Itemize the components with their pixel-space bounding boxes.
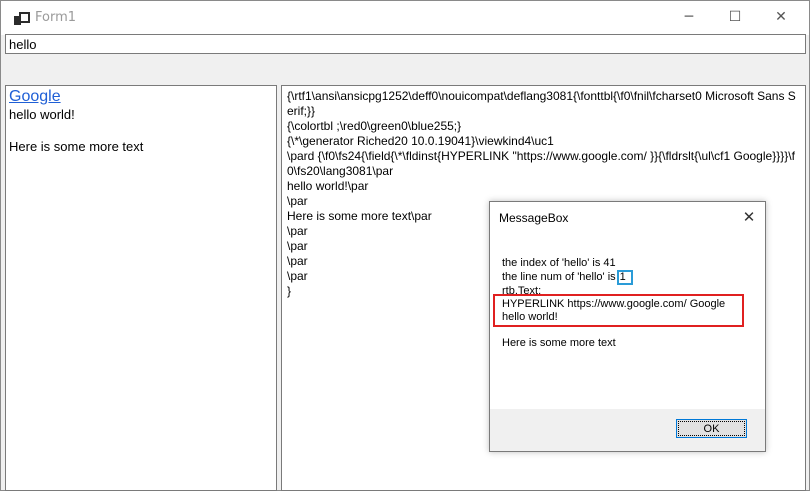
message-line-num: the line num of 'hello' is 1 [502, 270, 762, 285]
message-line-more: Here is some more text [502, 337, 616, 349]
minimize-button[interactable]: ─ [666, 1, 712, 33]
close-button[interactable]: ✕ [758, 1, 804, 33]
rtb-line: Here is some more text [9, 139, 144, 154]
rtb-line [9, 123, 276, 139]
message-box-close-button[interactable]: ✕ [738, 206, 760, 228]
toolbar-strip [5, 55, 806, 83]
window-title: Form1 [35, 10, 77, 25]
app-icon [14, 12, 30, 25]
line-num-value: 1 [616, 270, 633, 285]
title-bar[interactable]: Form1 ─ ☐ ✕ [1, 1, 809, 35]
red-highlight-annotation [493, 294, 744, 327]
search-text-input[interactable]: hello [5, 34, 806, 54]
close-icon: ✕ [775, 9, 787, 25]
maximize-button[interactable]: ☐ [712, 1, 758, 33]
message-box-title: MessageBox [499, 211, 569, 225]
rich-text-box-rendered[interactable]: Google hello world! Here is some more te… [5, 85, 277, 491]
line-num-label: the line num of 'hello' is [502, 271, 616, 283]
rtb-line: hello world! [9, 107, 75, 122]
maximize-icon: ☐ [728, 9, 742, 25]
ok-button[interactable]: OK [676, 419, 747, 438]
google-hyperlink[interactable]: Google [9, 88, 276, 106]
message-line-index: the index of 'hello' is 41 [502, 257, 616, 269]
minimize-icon: ─ [684, 9, 694, 25]
close-icon: ✕ [742, 208, 756, 226]
